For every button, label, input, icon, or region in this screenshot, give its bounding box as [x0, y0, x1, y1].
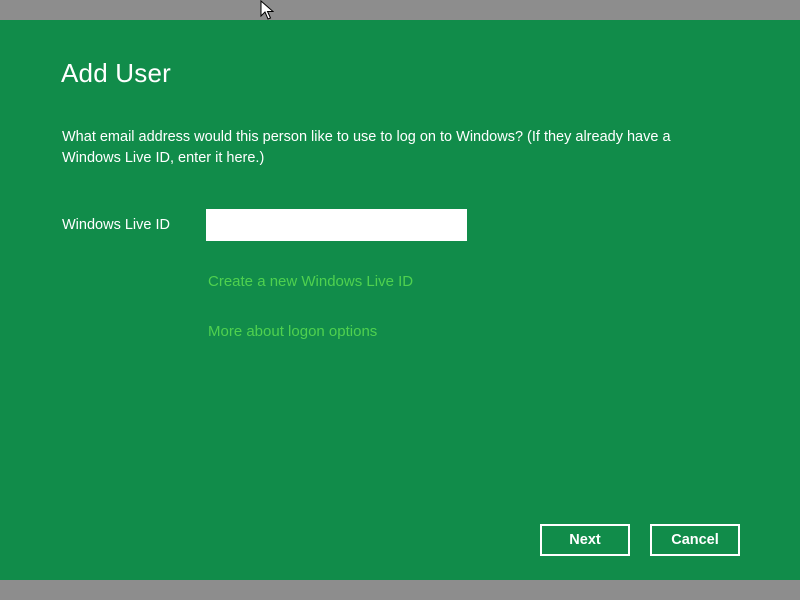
more-about-logon-options-link[interactable]: More about logon options [208, 323, 377, 340]
prompt-text: What email address would this person lik… [62, 129, 671, 166]
bottom-desktop-strip [0, 580, 800, 600]
page-title: Add User [61, 58, 171, 88]
create-windows-live-id-link[interactable]: Create a new Windows Live ID [208, 273, 413, 290]
windows-live-id-label: Windows Live ID [62, 217, 170, 233]
mouse-pointer-icon [260, 0, 274, 20]
next-button[interactable]: Next [540, 524, 630, 556]
top-desktop-strip [0, 0, 800, 20]
cancel-button[interactable]: Cancel [650, 524, 740, 556]
windows-live-id-input[interactable] [206, 209, 467, 241]
add-user-dialog: Add User What email address would this p… [0, 20, 800, 580]
